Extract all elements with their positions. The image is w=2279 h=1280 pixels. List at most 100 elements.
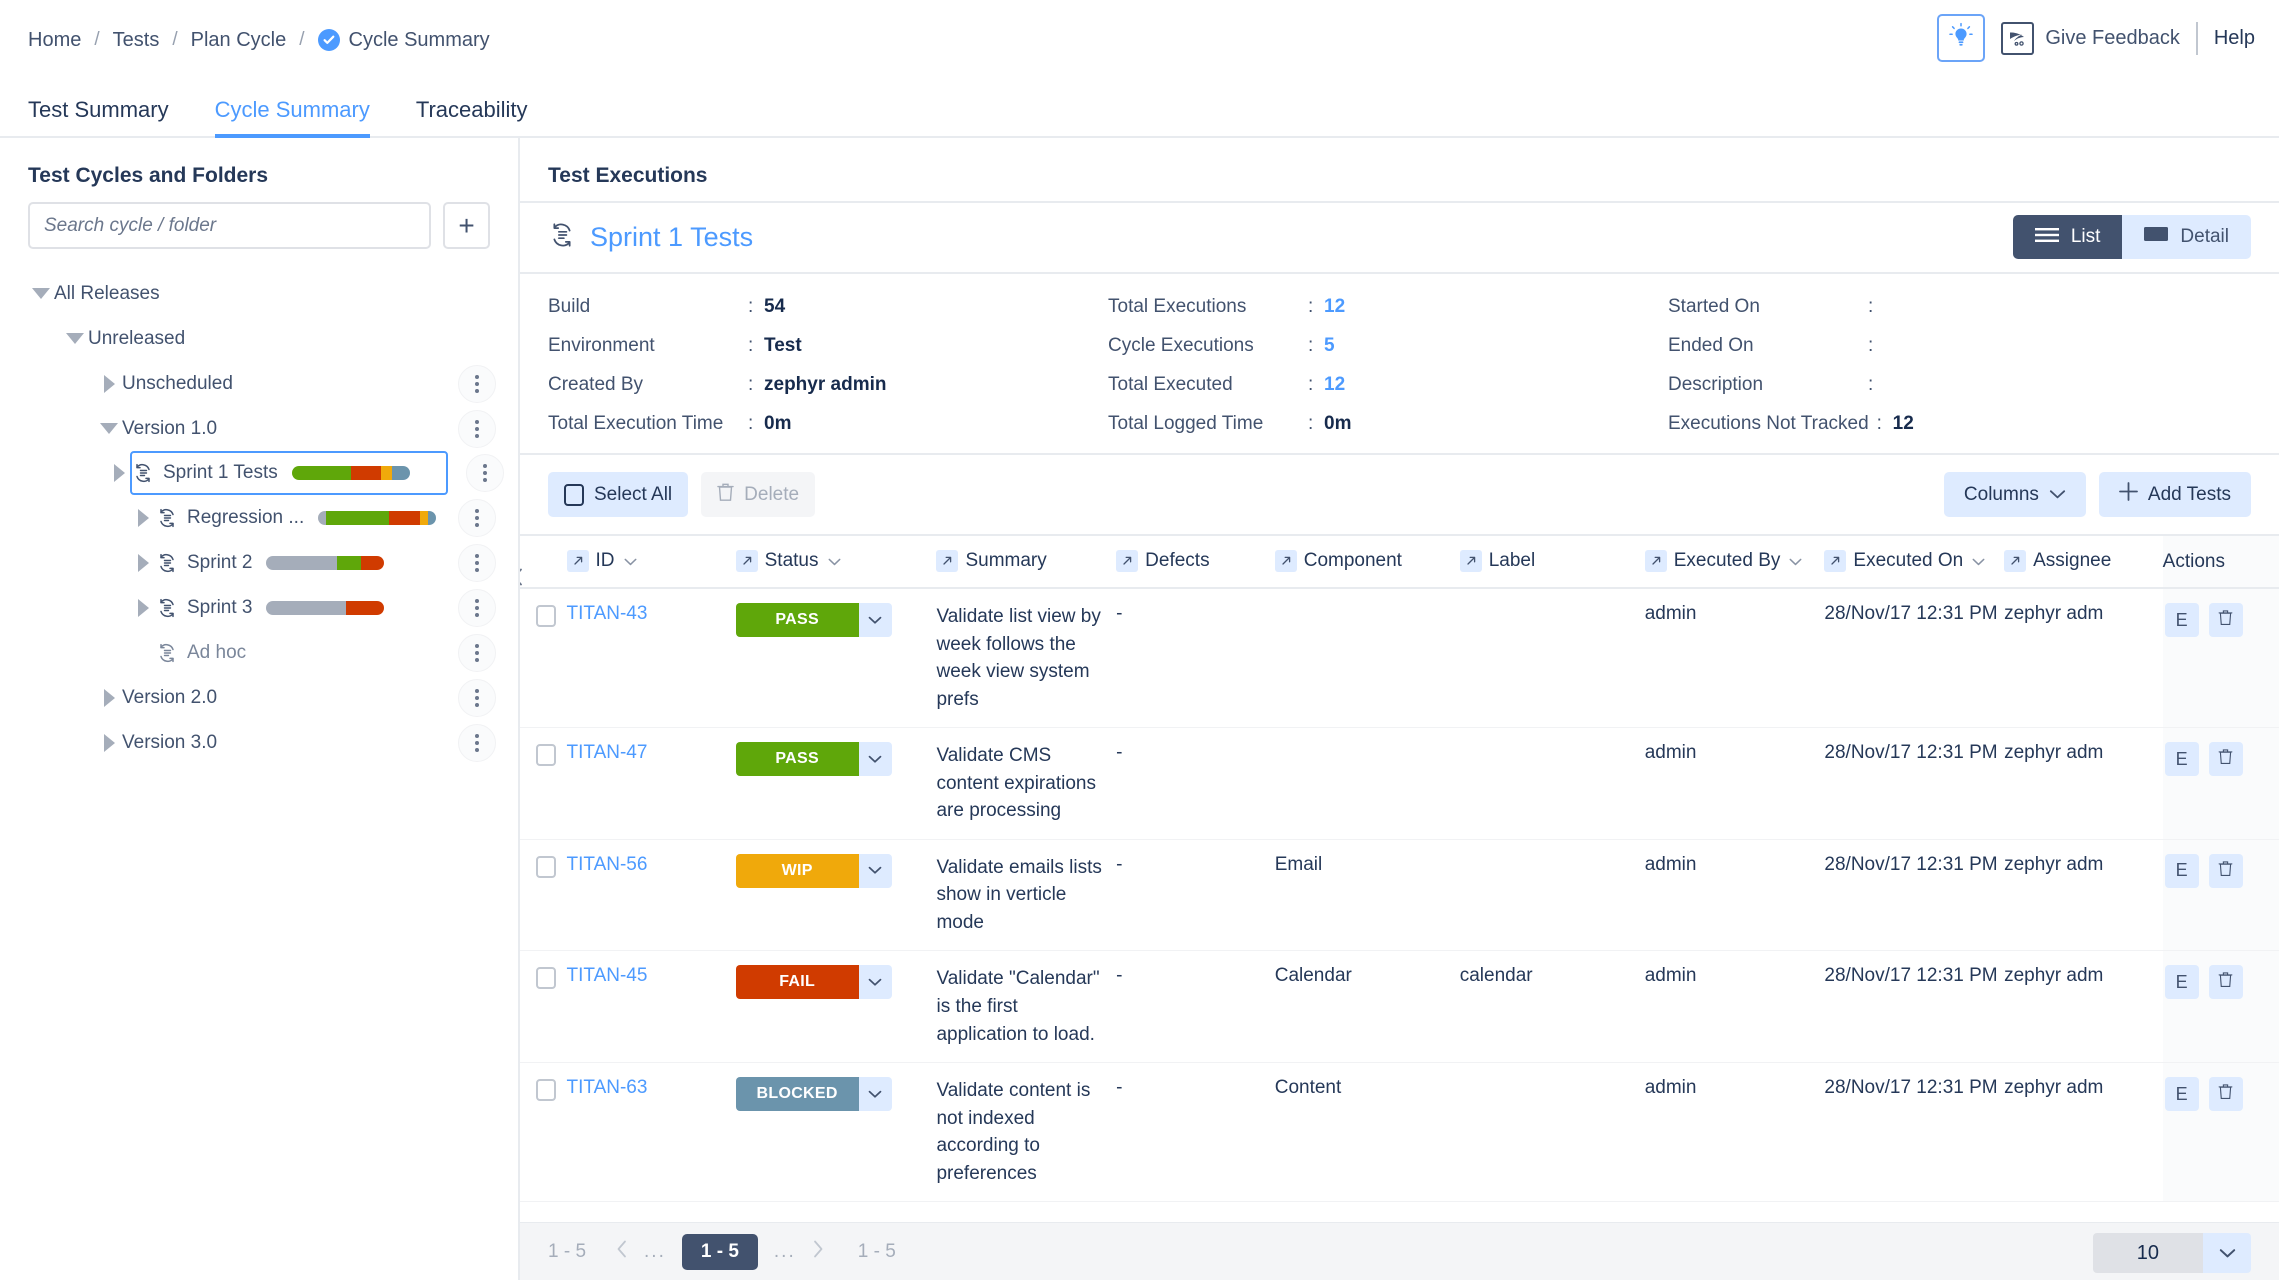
tree-item-sprint-2[interactable]: Sprint 2 <box>0 540 518 585</box>
status-badge[interactable]: BLOCKED <box>736 1077 859 1111</box>
delete-row-button[interactable] <box>2209 742 2243 776</box>
table-row[interactable]: TITAN-56 WIP Validate emails lists show … <box>520 839 2279 951</box>
tree-item-sprint-3[interactable]: Sprint 3 <box>0 585 518 630</box>
tree-item-regression[interactable]: Regression ... <box>0 495 518 540</box>
tree-item-menu-button[interactable] <box>458 724 496 762</box>
chevron-down-icon[interactable] <box>1972 553 1985 570</box>
tree-item-all-releases[interactable]: All Releases <box>0 271 518 316</box>
col-header-executed-by[interactable]: Executed By <box>1645 536 1825 588</box>
meta-value[interactable]: 5 <box>1324 335 1335 357</box>
tree-item-menu-button[interactable] <box>466 454 504 492</box>
tree-item-menu-button[interactable] <box>458 679 496 717</box>
col-header-status[interactable]: Status <box>736 536 937 588</box>
page-size-value[interactable]: 10 <box>2093 1233 2203 1273</box>
delete-button[interactable]: Delete <box>701 472 815 517</box>
delete-row-button[interactable] <box>2209 854 2243 888</box>
row-checkbox[interactable] <box>536 856 556 878</box>
status-dropdown-button[interactable] <box>859 965 892 999</box>
tab-traceability[interactable]: Traceability <box>416 97 528 138</box>
cycle-name-link[interactable]: Sprint 1 Tests <box>590 222 753 253</box>
row-checkbox[interactable] <box>536 744 556 766</box>
tree-item-version-3-0[interactable]: Version 3.0 <box>0 720 518 765</box>
issue-id-link[interactable]: TITAN-63 <box>567 1077 648 1098</box>
status-badge[interactable]: PASS <box>736 603 859 637</box>
execute-button[interactable]: E <box>2165 603 2199 637</box>
issue-id-link[interactable]: TITAN-56 <box>567 854 648 875</box>
collapse-panel-handle[interactable] <box>520 564 531 590</box>
pin-icon[interactable] <box>567 550 589 572</box>
columns-button[interactable]: Columns <box>1944 472 2086 517</box>
col-header-component[interactable]: Component <box>1275 536 1460 588</box>
give-feedback-button[interactable]: Give Feedback <box>2001 22 2180 55</box>
execute-button[interactable]: E <box>2165 742 2199 776</box>
col-header-id[interactable]: ID <box>567 536 736 588</box>
tree-item-unreleased[interactable]: Unreleased <box>0 316 518 361</box>
pin-icon[interactable] <box>1460 550 1482 572</box>
chevron-right-icon[interactable] <box>130 554 156 572</box>
select-all-button[interactable]: Select All <box>548 472 688 517</box>
status-dropdown-button[interactable] <box>859 603 892 637</box>
row-checkbox[interactable] <box>536 1079 556 1101</box>
pin-icon[interactable] <box>2004 550 2026 572</box>
status-badge[interactable]: FAIL <box>736 965 859 999</box>
tree-item-version-1-0[interactable]: Version 1.0 <box>0 406 518 451</box>
chevron-right-icon[interactable] <box>130 599 156 617</box>
chevron-down-icon[interactable] <box>828 553 841 570</box>
tree-item-menu-button[interactable] <box>458 499 496 537</box>
add-tests-button[interactable]: Add Tests <box>2099 472 2251 517</box>
status-badge[interactable]: WIP <box>736 854 859 888</box>
chevron-down-icon[interactable] <box>62 333 88 344</box>
lightbulb-button[interactable] <box>1937 14 1985 62</box>
tree-item-unscheduled[interactable]: Unscheduled <box>0 361 518 406</box>
help-link[interactable]: Help <box>2214 27 2255 50</box>
chevron-right-icon[interactable] <box>130 509 156 527</box>
table-row[interactable]: TITAN-47 PASS Validate CMS content expir… <box>520 728 2279 840</box>
tree-item-menu-button[interactable] <box>458 410 496 448</box>
pin-icon[interactable] <box>1275 550 1297 572</box>
issue-id-link[interactable]: TITAN-43 <box>567 603 648 624</box>
chevron-right-icon[interactable] <box>96 734 122 752</box>
view-toggle-list[interactable]: List <box>2013 215 2123 259</box>
issue-id-link[interactable]: TITAN-45 <box>567 965 648 986</box>
chevron-right-icon[interactable] <box>812 1240 824 1264</box>
status-dropdown-button[interactable] <box>859 1077 892 1111</box>
chevron-right-icon[interactable] <box>96 375 122 393</box>
meta-value[interactable]: 12 <box>1324 296 1345 318</box>
chevron-left-icon[interactable] <box>616 1240 628 1264</box>
add-cycle-button[interactable]: + <box>443 202 490 249</box>
row-checkbox[interactable] <box>536 605 556 627</box>
chevron-down-icon[interactable] <box>28 288 54 299</box>
search-cycle-input[interactable] <box>28 202 431 249</box>
table-row[interactable]: TITAN-43 PASS Validate list view by week… <box>520 588 2279 728</box>
pin-icon[interactable] <box>736 550 758 572</box>
delete-row-button[interactable] <box>2209 1077 2243 1111</box>
breadcrumb-item-tests[interactable]: Tests <box>113 29 160 52</box>
execute-button[interactable]: E <box>2165 965 2199 999</box>
tree-item-sprint-1-tests[interactable]: Sprint 1 Tests <box>130 451 448 495</box>
pin-icon[interactable] <box>936 550 958 572</box>
status-badge[interactable]: PASS <box>736 742 859 776</box>
col-header-executed-on[interactable]: Executed On <box>1824 536 2004 588</box>
tab-test-summary[interactable]: Test Summary <box>28 97 169 138</box>
breadcrumb-item-plan-cycle[interactable]: Plan Cycle <box>191 29 287 52</box>
tree-item-menu-button[interactable] <box>458 589 496 627</box>
chevron-right-icon[interactable] <box>96 689 122 707</box>
table-row[interactable]: TITAN-45 FAIL Validate "Calendar" is the… <box>520 951 2279 1063</box>
breadcrumb-item-home[interactable]: Home <box>28 29 81 52</box>
delete-row-button[interactable] <box>2209 603 2243 637</box>
table-row[interactable]: TITAN-63 BLOCKED Validate content is not… <box>520 1063 2279 1202</box>
row-checkbox[interactable] <box>536 967 556 989</box>
chevron-down-icon[interactable] <box>2203 1233 2251 1273</box>
col-header-label-col[interactable]: Label <box>1460 536 1645 588</box>
pin-icon[interactable] <box>1824 550 1846 572</box>
chevron-down-icon[interactable] <box>1789 553 1802 570</box>
pagination-current-page[interactable]: 1 - 5 <box>682 1234 758 1270</box>
execute-button[interactable]: E <box>2165 1077 2199 1111</box>
tree-item-ad-hoc[interactable]: Ad hoc <box>0 630 518 675</box>
pin-icon[interactable] <box>1645 550 1667 572</box>
chevron-down-icon[interactable] <box>96 423 122 434</box>
tree-item-menu-button[interactable] <box>458 634 496 672</box>
chevron-down-icon[interactable] <box>624 553 637 570</box>
meta-value[interactable]: 12 <box>1324 374 1345 396</box>
tree-item-menu-button[interactable] <box>458 544 496 582</box>
